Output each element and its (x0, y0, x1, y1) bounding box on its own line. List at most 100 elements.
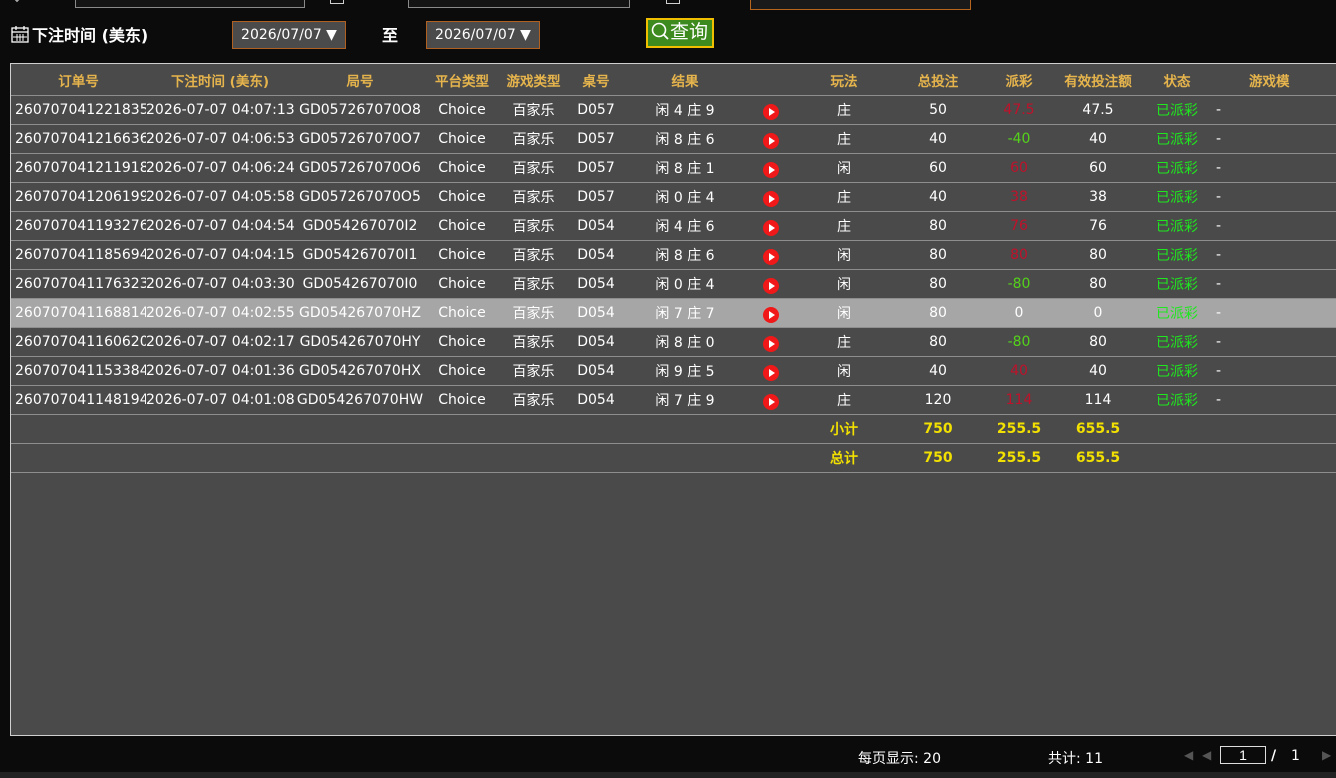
platform-cell: Choice (426, 95, 498, 125)
round-number-cell: GD054267070HZ (294, 298, 426, 328)
play-video-icon[interactable] (763, 306, 779, 323)
platform-cell: Choice (426, 298, 498, 328)
col-bet-type[interactable]: 玩法 (795, 64, 893, 96)
current-page-input[interactable] (1220, 746, 1266, 764)
prev-page-icon[interactable]: ◀ (1202, 748, 1211, 762)
status-cell: 已派彩 (1141, 124, 1213, 154)
order-number-cell: 260707041168814 (11, 298, 146, 328)
date-filter: 下注时间 (美东) 2026/07/07 ▼ 至 2026/07/07 ▼ 查询 (10, 18, 1330, 50)
total-bet-cell: 40 (893, 124, 983, 154)
game-mode-cell: - (1213, 211, 1336, 241)
round-number-cell: GD054267070I2 (294, 211, 426, 241)
bet-type-cell: 闲 (795, 240, 893, 270)
result-cell: 闲 8 庄 0 (623, 327, 747, 357)
table-number-cell: D054 (569, 385, 623, 415)
order-number-input[interactable] (408, 0, 630, 8)
video-cell (747, 327, 795, 357)
status-cell: 已派彩 (1141, 211, 1213, 241)
play-video-icon[interactable] (763, 364, 779, 381)
valid-bet-cell: 80 (1055, 240, 1141, 270)
col-game-mode[interactable]: 游戏模 (1213, 64, 1336, 96)
col-platform-type[interactable]: 平台类型 (426, 64, 498, 96)
payout-cell: 76 (983, 211, 1055, 241)
result-cell: 闲 7 庄 7 (623, 298, 747, 328)
table-number-cell: D054 (569, 298, 623, 328)
first-page-icon[interactable]: ◀ (1184, 748, 1193, 762)
play-video-icon[interactable] (763, 393, 779, 410)
table-row[interactable]: 260707041216636 2026-07-07 04:06:53 GD0572… (11, 124, 1336, 154)
table-row[interactable]: 260707041206199 2026-07-07 04:05:58 GD0572… (11, 182, 1336, 212)
bottom-strip (0, 772, 1336, 778)
table-row[interactable]: 260707041193276 2026-07-07 04:04:54 GD0542… (11, 211, 1336, 241)
round-number-cell: GD057267070O6 (294, 153, 426, 183)
valid-bet-cell: 80 (1055, 269, 1141, 299)
table-row[interactable]: 260707041168814 2026-07-07 04:02:55 GD0542… (11, 298, 1336, 328)
game-type-select[interactable] (750, 0, 971, 10)
subtotal-row: 小计 750 255.5 655.5 (11, 414, 1336, 444)
round-number-cell: GD057267070O7 (294, 124, 426, 154)
table-row[interactable]: 260707041153384 2026-07-07 04:01:36 GD0542… (11, 356, 1336, 386)
per-page-label: 每页显示: 20 (858, 751, 941, 767)
play-video-icon[interactable] (763, 132, 779, 149)
grand-total-end-spacer (1141, 443, 1336, 473)
col-payout[interactable]: 派彩 (983, 64, 1055, 96)
order-number-cell: 260707041206199 (11, 182, 146, 212)
start-date-picker[interactable]: 2026/07/07 ▼ (232, 21, 346, 49)
total-pages-label: 1 (1291, 748, 1300, 764)
order-number-cell: 260707041221835 (11, 95, 146, 125)
game-type-cell: 百家乐 (498, 298, 569, 328)
total-bet-cell: 80 (893, 298, 983, 328)
play-video-icon[interactable] (763, 161, 779, 178)
col-round-number[interactable]: 局号 (294, 64, 426, 96)
play-video-icon[interactable] (763, 335, 779, 352)
table-row[interactable]: 260707041148194 2026-07-07 04:01:08 GD0542… (11, 385, 1336, 415)
col-total-bet[interactable]: 总投注 (893, 64, 983, 96)
document-icon (330, 0, 344, 4)
table-row[interactable]: 260707041211918 2026-07-07 04:06:24 GD0572… (11, 153, 1336, 183)
col-table-number[interactable]: 桌号 (569, 64, 623, 96)
play-video-icon[interactable] (763, 277, 779, 294)
table-row[interactable]: 260707041176323 2026-07-07 04:03:30 GD0542… (11, 269, 1336, 299)
next-page-icon[interactable]: ▶ (1322, 748, 1331, 762)
play-video-icon[interactable] (763, 103, 779, 120)
total-count-label: 共计: 11 (1048, 751, 1103, 767)
play-video-icon[interactable] (763, 219, 779, 236)
bet-time-cell: 2026-07-07 04:05:58 (146, 182, 294, 212)
play-video-icon[interactable] (763, 190, 779, 207)
game-mode-cell: - (1213, 95, 1336, 125)
bet-type-cell: 闲 (795, 153, 893, 183)
video-cell (747, 153, 795, 183)
status-cell: 已派彩 (1141, 240, 1213, 270)
subtotal-valid-bet: 655.5 (1055, 414, 1141, 444)
col-status[interactable]: 状态 (1141, 64, 1213, 96)
status-cell: 已派彩 (1141, 153, 1213, 183)
video-cell (747, 298, 795, 328)
game-type-cell: 百家乐 (498, 95, 569, 125)
account-input[interactable] (75, 0, 305, 8)
total-bet-cell: 120 (893, 385, 983, 415)
valid-bet-cell: 47.5 (1055, 95, 1141, 125)
bet-time-cell: 2026-07-07 04:01:08 (146, 385, 294, 415)
col-valid-bet[interactable]: 有效投注额 (1055, 64, 1141, 96)
col-bet-time[interactable]: 下注时间 (美东) (146, 64, 294, 96)
bet-time-cell: 2026-07-07 04:06:24 (146, 153, 294, 183)
query-button[interactable]: 查询 (646, 18, 715, 48)
game-mode-cell: - (1213, 298, 1336, 328)
grand-total-payout: 255.5 (983, 443, 1055, 473)
play-video-icon[interactable] (763, 248, 779, 265)
total-bet-cell: 80 (893, 240, 983, 270)
table-row[interactable]: 260707041185694 2026-07-07 04:04:15 GD0542… (11, 240, 1336, 270)
total-bet-cell: 60 (893, 153, 983, 183)
col-order-number[interactable]: 订单号 (11, 64, 146, 96)
end-date-picker[interactable]: 2026/07/07 ▼ (426, 21, 540, 49)
col-result[interactable]: 结果 (623, 64, 747, 96)
table-header-row: 订单号 下注时间 (美东) 局号 平台类型 游戏类型 桌号 结果 玩法 总投注 … (11, 64, 1336, 96)
table-row[interactable]: 260707041160620 2026-07-07 04:02:17 GD0542… (11, 327, 1336, 357)
platform-cell: Choice (426, 211, 498, 241)
table-number-cell: D057 (569, 124, 623, 154)
list-icon (666, 0, 680, 4)
order-number-cell: 260707041176323 (11, 269, 146, 299)
video-cell (747, 269, 795, 299)
col-game-type[interactable]: 游戏类型 (498, 64, 569, 96)
table-row[interactable]: 260707041221835 2026-07-07 04:07:13 GD0572… (11, 95, 1336, 125)
